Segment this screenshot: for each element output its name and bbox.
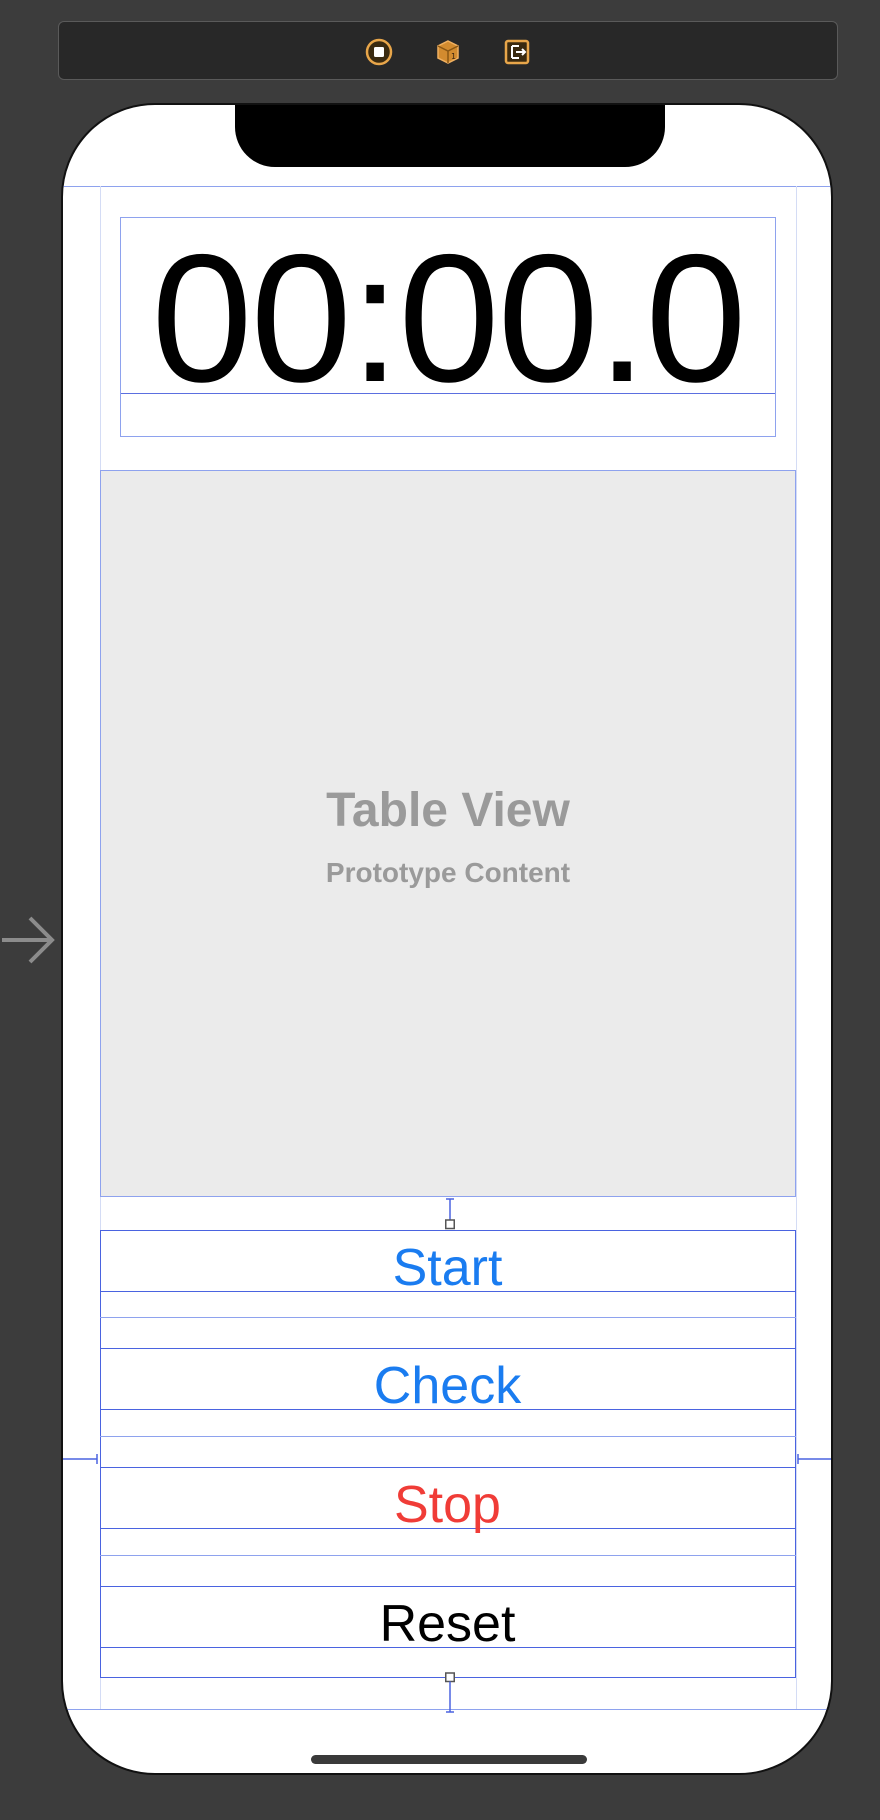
vertical-spacing-constraint-top[interactable]	[445, 1198, 455, 1230]
scene-dock-toolbar: 1	[58, 21, 838, 80]
table-view-title: Table View	[326, 784, 570, 837]
view-controller-icon[interactable]	[365, 38, 393, 66]
buttons-stack-view[interactable]: Start Check Stop Reset	[99, 1229, 796, 1678]
start-button[interactable]: Start	[99, 1229, 796, 1297]
timer-label: 00:00.0	[151, 216, 746, 420]
stack-spacing-guide	[99, 1555, 796, 1556]
trailing-constraint[interactable]	[797, 1452, 831, 1464]
stack-spacing-guide	[99, 1436, 796, 1437]
stop-button-label: Stop	[394, 1476, 501, 1534]
first-responder-icon[interactable]: 1	[434, 38, 462, 66]
svg-text:1: 1	[451, 52, 456, 61]
exit-icon[interactable]	[503, 38, 531, 66]
check-button-label: Check	[373, 1357, 522, 1415]
device-notch	[235, 105, 665, 167]
table-view-subtitle: Prototype Content	[325, 857, 571, 888]
stop-button[interactable]: Stop	[99, 1467, 796, 1534]
leading-constraint[interactable]	[63, 1452, 99, 1464]
table-view[interactable]: Table View Prototype Content	[100, 470, 796, 1197]
start-button-label: Start	[392, 1238, 503, 1297]
timer-baseline-guide	[121, 393, 775, 394]
reset-button-label: Reset	[379, 1595, 516, 1653]
reset-button[interactable]: Reset	[99, 1586, 796, 1653]
check-button[interactable]: Check	[99, 1348, 796, 1415]
timer-label-frame[interactable]: 00:00.0	[120, 217, 776, 437]
stack-spacing-guide	[99, 1317, 796, 1318]
home-indicator	[311, 1755, 587, 1764]
safe-area-top-guide	[63, 186, 831, 187]
initial-view-controller-arrow-icon	[0, 912, 58, 968]
iphone-canvas: 00:00.0 Table View Prototype Content Sta…	[61, 103, 833, 1775]
vertical-spacing-constraint-bottom[interactable]	[445, 1672, 455, 1714]
layout-margin-right	[796, 186, 797, 1709]
